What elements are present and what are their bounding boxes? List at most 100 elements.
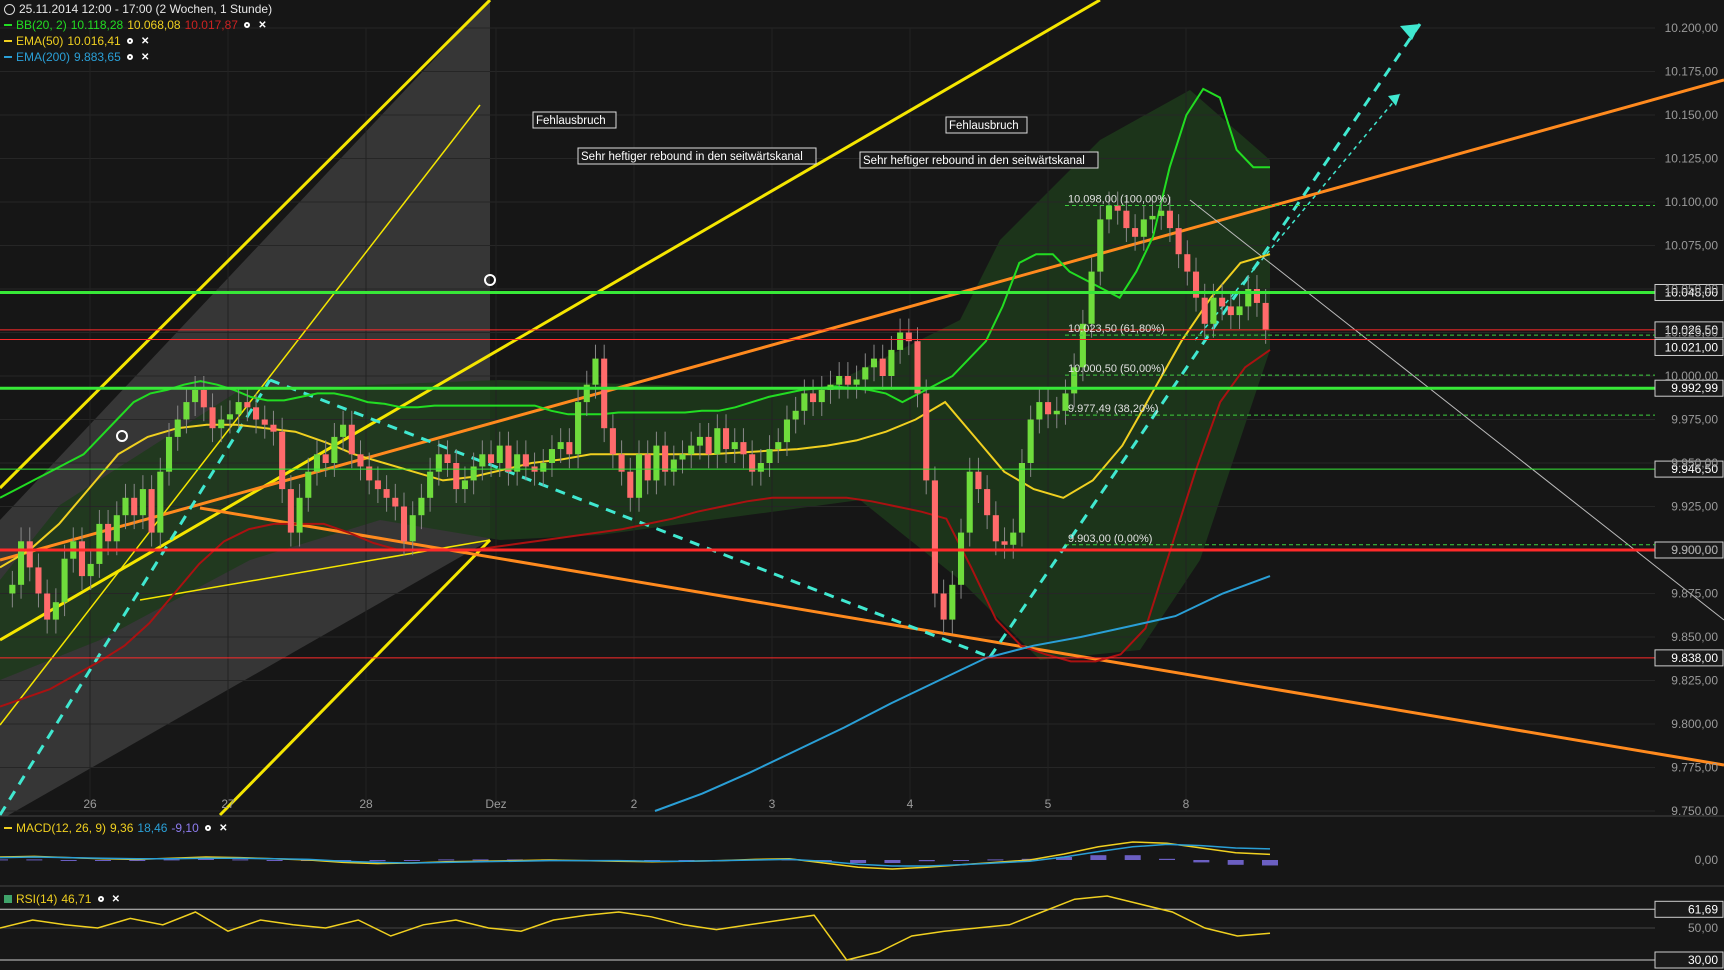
- y-tick-label: 10.000,00: [1665, 369, 1719, 383]
- bb-close-icon[interactable]: ✕: [257, 20, 268, 31]
- macd-signal-value: 18,46: [137, 821, 168, 835]
- macd-histogram-bar: [472, 859, 489, 861]
- y-tick-label: 10.175,00: [1665, 65, 1719, 79]
- candle-body: [87, 563, 94, 577]
- candle-body: [548, 449, 556, 463]
- ema50-close-icon[interactable]: ✕: [140, 36, 151, 47]
- candle-body: [705, 436, 712, 455]
- candle-body: [165, 436, 173, 472]
- candle-body: [505, 445, 512, 472]
- candle-body: [400, 506, 408, 542]
- ema50-value: 10.016,41: [67, 34, 121, 48]
- price-tag-label: 9.992,99: [1671, 381, 1718, 395]
- candle-body: [653, 445, 660, 481]
- candle-body: [253, 407, 260, 420]
- macd-histogram-bar: [369, 860, 386, 862]
- x-tick-label: 4: [907, 797, 914, 811]
- candle-body: [261, 419, 268, 425]
- candle-body: [801, 393, 808, 411]
- ema200-close-icon[interactable]: ✕: [140, 52, 151, 63]
- candle-body: [418, 497, 425, 516]
- candle-body: [1210, 297, 1217, 324]
- candle-body: [670, 459, 677, 472]
- macd-histogram-bar: [403, 860, 420, 861]
- macd-histogram-bar: [0, 859, 8, 861]
- candle-body: [1088, 271, 1095, 324]
- candle-body: [566, 442, 573, 455]
- candle-body: [496, 445, 503, 463]
- candle-body: [61, 558, 68, 603]
- candle-body: [1097, 219, 1104, 272]
- bb-mid-value: 10.068,08: [127, 18, 181, 32]
- annotation-label: Sehr heftiger rebound in den seitwärtska…: [581, 151, 803, 163]
- x-tick-label: 27: [221, 797, 235, 811]
- candle-body: [383, 489, 390, 498]
- x-tick-label: Dez: [485, 797, 506, 811]
- candle-body: [131, 497, 138, 516]
- candle-body: [923, 393, 930, 481]
- candle-body: [757, 463, 764, 472]
- candle-body: [96, 523, 103, 564]
- candle-body: [783, 419, 791, 443]
- candle-body: [366, 466, 373, 481]
- candle-body: [644, 454, 651, 481]
- candle-body: [897, 332, 904, 350]
- candle-body: [949, 584, 956, 620]
- ema50-swatch-icon: [4, 40, 12, 42]
- macd-close-icon[interactable]: ✕: [218, 823, 229, 834]
- candle-body: [18, 541, 25, 585]
- y-tick-label: 9.900,00: [1671, 543, 1718, 557]
- ema200-settings-icon[interactable]: [125, 52, 136, 63]
- candle-body: [522, 454, 529, 467]
- annotation-label: Sehr heftiger rebound in den seitwärtska…: [863, 155, 1085, 167]
- ema200-label: EMA(200): [16, 50, 71, 64]
- bb-settings-icon[interactable]: [242, 20, 253, 31]
- candle-body: [731, 442, 738, 450]
- candle-body: [810, 393, 817, 403]
- candle-body: [235, 402, 242, 415]
- candle-body: [305, 471, 312, 498]
- annotation-label: Fehlausbruch: [949, 120, 1019, 132]
- candle-body: [1132, 228, 1139, 237]
- candle-body: [461, 480, 468, 490]
- candle-body: [453, 463, 460, 490]
- candle-body: [688, 445, 695, 455]
- candle-body: [331, 436, 338, 463]
- candle-body: [105, 523, 112, 542]
- macd-settings-icon[interactable]: [203, 823, 214, 834]
- candle-body: [192, 389, 199, 403]
- candle-body: [1262, 302, 1269, 330]
- candle-body: [9, 584, 16, 594]
- candle-body: [1175, 228, 1182, 255]
- macd-histogram-bar: [1124, 855, 1141, 860]
- macd-histogram-bar: [94, 860, 111, 861]
- chart-canvas[interactable]: 10.048,0010.026,5010.021,009.992,999.946…: [0, 0, 1724, 970]
- candle-body: [1166, 210, 1173, 229]
- y-tick-label: 9.800,00: [1671, 717, 1718, 731]
- fib-level-label: 10.098,00 (100,00%): [1068, 193, 1171, 205]
- rsi-settings-icon[interactable]: [95, 894, 106, 905]
- macd-histogram-bar: [1227, 860, 1244, 865]
- ema200-swatch-icon: [4, 56, 12, 58]
- rsi-close-icon[interactable]: ✕: [110, 894, 121, 905]
- y-tick-label: 9.975,00: [1671, 413, 1718, 427]
- candle-body: [1018, 463, 1025, 533]
- candle-body: [992, 515, 999, 542]
- y-tick-label: 9.950,00: [1671, 456, 1718, 470]
- candle-body: [931, 480, 938, 594]
- candle-body: [862, 367, 869, 380]
- x-tick-label: 26: [83, 797, 97, 811]
- candle-body: [487, 454, 495, 463]
- bb-swatch-icon: [4, 24, 12, 26]
- bb-label: BB(20, 2): [16, 18, 67, 32]
- candle-body: [870, 358, 878, 368]
- ema50-settings-icon[interactable]: [125, 36, 136, 47]
- candle-body: [1227, 306, 1234, 316]
- candle-body: [174, 419, 181, 437]
- macd-histogram-bar: [1262, 860, 1278, 866]
- candle-body: [44, 593, 51, 620]
- annotation-label: Fehlausbruch: [536, 115, 606, 127]
- macd-swatch-icon: [4, 827, 12, 829]
- candle-body: [374, 480, 381, 490]
- x-tick-label: 8: [1183, 797, 1190, 811]
